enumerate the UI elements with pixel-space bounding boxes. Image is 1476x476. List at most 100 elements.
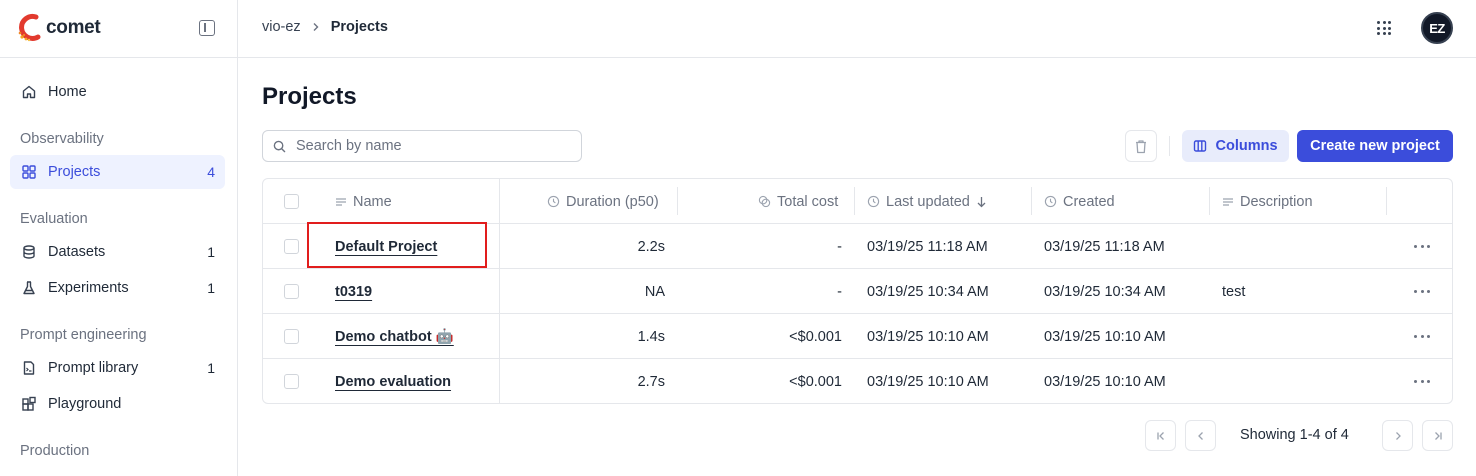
top-bar: vio-ez Projects EZ <box>238 0 1476 58</box>
prev-page-button[interactable] <box>1185 420 1216 451</box>
duration-cell: 2.2s <box>637 238 665 255</box>
sidebar: comet Home Observability Projects 4 Eval… <box>0 0 238 476</box>
sidebar-item-label: Datasets <box>48 244 106 260</box>
create-new-project-button[interactable]: Create new project <box>1297 130 1453 162</box>
grid-icon <box>20 163 38 181</box>
project-link[interactable]: Demo chatbot 🤖 <box>335 328 454 345</box>
created-cell: 03/19/25 10:10 AM <box>1044 328 1166 345</box>
next-page-button[interactable] <box>1382 420 1413 451</box>
pagination-status: Showing 1-4 of 4 <box>1240 427 1349 443</box>
text-lines-icon <box>336 197 346 206</box>
duration-cell: 1.4s <box>637 328 665 345</box>
row-checkbox[interactable] <box>284 329 299 344</box>
sidebar-item-prompt-library[interactable]: Prompt library 1 <box>10 351 225 385</box>
header-description[interactable]: Description <box>1222 179 1313 224</box>
column-divider <box>1386 187 1387 215</box>
blocks-icon <box>20 395 38 413</box>
page-title: Projects <box>262 83 357 110</box>
brand-name: comet <box>46 17 101 38</box>
row-actions-icon[interactable] <box>1414 373 1430 389</box>
trash-icon <box>1136 139 1146 153</box>
column-divider <box>1209 187 1210 215</box>
sidebar-item-count: 1 <box>207 280 215 296</box>
project-link[interactable]: Default Project <box>335 239 437 255</box>
header-description-label: Description <box>1240 193 1313 210</box>
header-last-updated[interactable]: Last updated <box>867 179 987 224</box>
sidebar-item-projects[interactable]: Projects 4 <box>10 155 225 189</box>
created-cell: 03/19/25 11:18 AM <box>1044 238 1165 255</box>
total-cost-cell: - <box>837 283 842 300</box>
breadcrumb-workspace[interactable]: vio-ez <box>262 19 301 35</box>
sidebar-item-count: 1 <box>207 244 215 260</box>
breadcrumb-current: Projects <box>330 19 388 35</box>
avatar[interactable]: EZ <box>1421 12 1453 44</box>
project-link[interactable]: t0319 <box>335 284 372 300</box>
sidebar-item-count: 1 <box>207 360 215 376</box>
table-row[interactable]: Default Project 2.2s - 03/19/25 11:18 AM… <box>263 224 1452 269</box>
sidebar-divider <box>0 57 238 58</box>
created-cell: 03/19/25 10:10 AM <box>1044 373 1166 390</box>
header-duration-label: Duration (p50) <box>566 193 659 210</box>
table-row[interactable]: Demo evaluation 2.7s <$0.001 03/19/25 10… <box>263 359 1452 403</box>
duration-cell: NA <box>644 283 665 300</box>
clock-icon <box>1044 195 1057 208</box>
sidebar-item-count: 4 <box>207 164 215 180</box>
section-evaluation: Evaluation <box>20 211 88 227</box>
sidebar-item-experiments[interactable]: Experiments 1 <box>10 271 225 305</box>
sidebar-item-home[interactable]: Home <box>10 75 225 109</box>
header-duration[interactable]: Duration (p50) <box>547 179 659 224</box>
sidebar-item-datasets[interactable]: Datasets 1 <box>10 235 225 269</box>
project-link[interactable]: Demo evaluation <box>335 374 451 390</box>
projects-table: Name Duration (p50) Total cost Last upda… <box>262 178 1453 404</box>
last-page-button[interactable] <box>1422 420 1453 451</box>
row-actions-icon[interactable] <box>1414 328 1430 344</box>
table-header: Name Duration (p50) Total cost Last upda… <box>263 179 1452 224</box>
search-box[interactable] <box>262 130 582 162</box>
table-row[interactable]: Demo chatbot 🤖 1.4s <$0.001 03/19/25 10:… <box>263 314 1452 359</box>
sidebar-item-label: Prompt library <box>48 360 139 376</box>
last-updated-cell: 03/19/25 10:10 AM <box>867 373 989 390</box>
header-last-updated-label: Last updated <box>886 193 970 210</box>
project-name-cell: Default Project <box>335 224 437 269</box>
toolbar-divider <box>1169 136 1170 156</box>
last-updated-cell: 03/19/25 11:18 AM <box>867 238 988 255</box>
created-cell: 03/19/25 10:34 AM <box>1044 283 1166 300</box>
total-cost-cell: <$0.001 <box>789 328 842 345</box>
database-icon <box>20 243 38 261</box>
column-divider <box>1031 187 1032 215</box>
delete-button[interactable] <box>1125 130 1157 162</box>
select-all-checkbox[interactable] <box>284 194 299 209</box>
sidebar-item-playground[interactable]: Playground <box>10 387 225 421</box>
section-prompt-engineering: Prompt engineering <box>20 327 147 343</box>
apps-grid-icon[interactable] <box>1377 21 1391 35</box>
row-actions-icon[interactable] <box>1414 238 1430 254</box>
project-name-cell: Demo chatbot 🤖 <box>335 314 454 359</box>
row-checkbox[interactable] <box>284 284 299 299</box>
header-created-label: Created <box>1063 193 1115 210</box>
sidebar-item-label: Projects <box>48 164 101 180</box>
row-actions-icon[interactable] <box>1414 283 1430 299</box>
chevrons-left-icon <box>1156 431 1164 440</box>
header-created[interactable]: Created <box>1044 179 1115 224</box>
comet-logo-icon <box>18 13 41 42</box>
coins-icon <box>758 195 771 208</box>
text-lines-icon <box>1223 197 1233 206</box>
header-name[interactable]: Name <box>335 179 392 224</box>
last-updated-cell: 03/19/25 10:10 AM <box>867 328 989 345</box>
row-checkbox[interactable] <box>284 374 299 389</box>
search-input[interactable] <box>296 138 576 154</box>
chevrons-right-icon <box>1434 431 1442 440</box>
description-cell: test <box>1222 283 1246 300</box>
first-page-button[interactable] <box>1145 420 1176 451</box>
chevron-left-icon <box>1197 431 1203 440</box>
table-row[interactable]: t0319 NA - 03/19/25 10:34 AM 03/19/25 10… <box>263 269 1452 314</box>
sidebar-item-label: Playground <box>48 396 122 412</box>
chevron-right-icon <box>1395 431 1401 440</box>
comet-logo[interactable]: comet <box>16 12 101 44</box>
columns-button[interactable]: Columns <box>1182 130 1289 162</box>
collapse-sidebar-button[interactable] <box>199 20 215 36</box>
header-total-cost[interactable]: Total cost <box>758 179 838 224</box>
sidebar-item-label: Experiments <box>48 280 129 296</box>
row-checkbox[interactable] <box>284 239 299 254</box>
flask-icon <box>20 279 38 297</box>
